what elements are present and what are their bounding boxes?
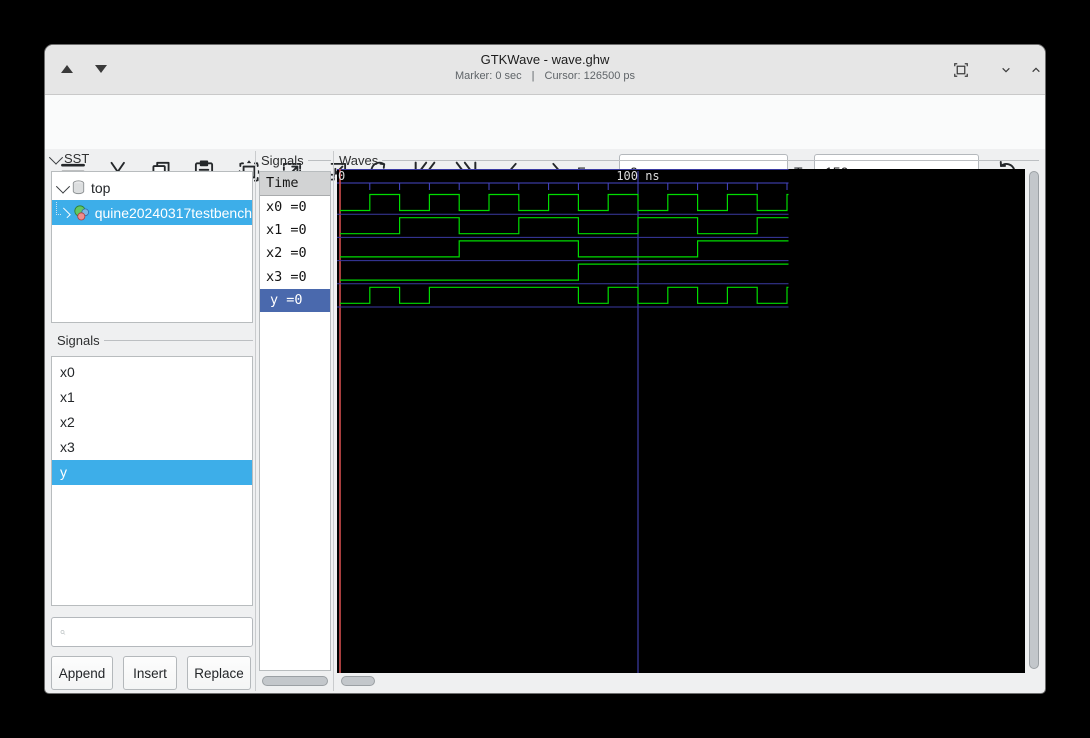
desktop-background: GTKWave - wave.ghw Marker: 0 sec | Cursor:… <box>0 0 1090 738</box>
wave-name-row[interactable]: x1 =0 <box>260 219 330 242</box>
replace-button[interactable]: Replace <box>187 656 251 690</box>
signals-frame-title: Signals <box>57 333 100 348</box>
marker-status: Marker: 0 sec <box>455 70 522 82</box>
wave-names-header: Signals <box>261 153 331 168</box>
frame-line <box>382 160 1039 161</box>
wave-name-row[interactable]: y =0 <box>260 288 330 312</box>
search-input[interactable] <box>72 623 252 641</box>
maximize-button[interactable] <box>1023 57 1045 83</box>
tree-item-label: top <box>91 179 111 196</box>
cursor-status: Cursor: 126500 ps <box>544 70 636 82</box>
signal-list-item[interactable]: x2 <box>52 410 252 435</box>
sst-tree: top quine20240317testbench <box>51 171 253 323</box>
search-icon <box>60 629 66 635</box>
chevron-down-icon <box>48 150 64 165</box>
window-subtitle: Marker: 0 sec | Cursor: 126500 ps <box>45 70 1045 82</box>
waveform-svg: 0 100 ns <box>337 169 1025 673</box>
tree-item-testbench[interactable]: quine20240317testbench <box>52 200 252 225</box>
frame-line <box>307 160 331 161</box>
wave-canvas[interactable]: 0 100 ns <box>337 169 1025 673</box>
tree-item-label: quine20240317testbench <box>94 204 252 221</box>
insert-button[interactable]: Insert <box>123 656 177 690</box>
expander-closed-icon[interactable] <box>60 207 71 218</box>
chevron-down-icon <box>1002 67 1010 73</box>
time-header: Time <box>260 172 330 196</box>
wave-names-title: Signals <box>261 153 304 168</box>
timescale-label: 0 <box>338 169 345 183</box>
signal-list-item[interactable]: y <box>52 460 252 485</box>
waves-title: Waves <box>339 153 379 168</box>
waves-header: Waves <box>339 153 1039 168</box>
signal-list-item[interactable]: x3 <box>52 435 252 460</box>
expander-open-icon[interactable] <box>55 179 71 194</box>
scrollbar-thumb[interactable] <box>262 676 328 686</box>
signal-list-item[interactable]: x0 <box>52 360 252 385</box>
tree-branch-line <box>56 202 62 215</box>
scrollbar-thumb[interactable] <box>341 676 375 686</box>
signal-list-item[interactable]: x1 <box>52 385 252 410</box>
waves-hscrollbar[interactable] <box>337 674 1025 688</box>
wave-name-row[interactable]: x3 =0 <box>260 266 330 289</box>
subtitle-divider: | <box>531 70 535 82</box>
splitter-right[interactable] <box>333 151 334 691</box>
names-hscrollbar[interactable] <box>259 674 331 688</box>
timescale-label: 100 ns <box>616 169 659 183</box>
wave-name-row[interactable]: x0 =0 <box>260 196 330 219</box>
scope-icon <box>72 180 85 195</box>
wave-name-list: Time x0 =0 x1 =0 x2 =0 x3 =0 y =0 <box>259 171 331 671</box>
minimize-button[interactable] <box>993 57 1019 83</box>
scrollbar-thumb[interactable] <box>1029 171 1039 669</box>
keep-above-icon <box>954 63 968 77</box>
waves-vscrollbar[interactable] <box>1027 169 1041 673</box>
module-icon <box>74 205 89 221</box>
chevron-up-icon <box>1032 67 1040 73</box>
tree-item-top[interactable]: top <box>52 175 252 200</box>
frame-line <box>103 340 253 341</box>
wave-name-row[interactable]: x2 =0 <box>260 242 330 265</box>
sst-header-label: SST <box>64 151 90 166</box>
sst-header[interactable]: SST <box>48 150 171 166</box>
signals-frame-header: Signals <box>57 333 253 348</box>
append-button[interactable]: Append <box>51 656 113 690</box>
toolbar: From: To: <box>45 95 1045 190</box>
signal-search[interactable] <box>51 617 253 647</box>
gtkwave-window: GTKWave - wave.ghw Marker: 0 sec | Cursor:… <box>44 44 1046 694</box>
window-title: GTKWave - wave.ghw <box>480 52 610 67</box>
splitter-left[interactable] <box>255 151 256 691</box>
titlebar[interactable]: GTKWave - wave.ghw Marker: 0 sec | Cursor:… <box>45 45 1045 95</box>
keep-above-button[interactable] <box>948 57 974 83</box>
signal-list: x0 x1 x2 x3 y <box>51 356 253 606</box>
